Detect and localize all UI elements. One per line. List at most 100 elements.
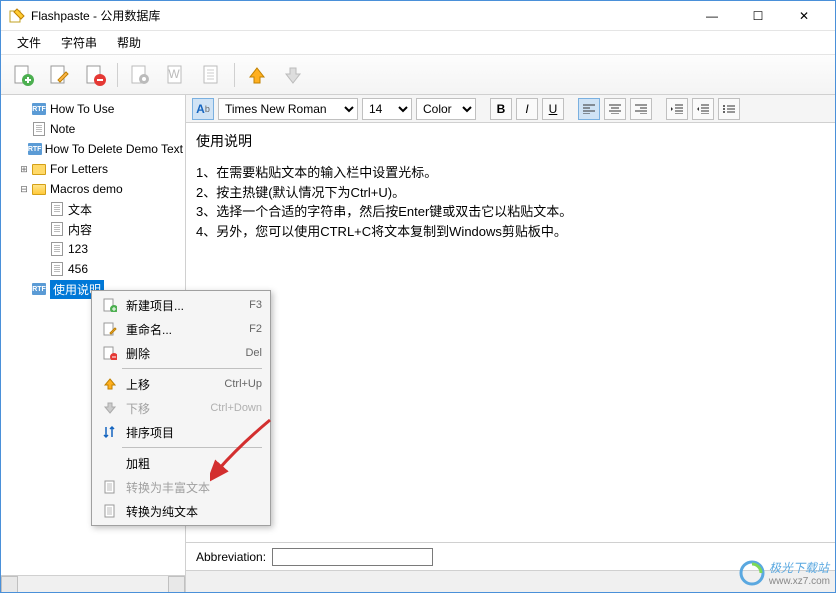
tree-item-label: How To Delete Demo Text — [45, 142, 183, 156]
tree-item[interactable]: ⊟Macros demo — [3, 179, 183, 199]
scroll-right-button[interactable] — [168, 576, 185, 592]
tree-item[interactable]: 文本 — [3, 199, 183, 219]
abbreviation-bar: Abbreviation: — [186, 542, 835, 570]
document-line: 4、另外，您可以使用CTRL+C将文本复制到Windows剪贴板中。 — [196, 222, 825, 242]
delete-item-button[interactable] — [81, 61, 109, 89]
expander-icon[interactable]: ⊟ — [17, 184, 31, 195]
move-down-button[interactable] — [279, 61, 307, 89]
underline-button[interactable]: U — [542, 98, 564, 120]
svg-text:W: W — [168, 67, 180, 81]
tree-item-label: For Letters — [50, 162, 108, 176]
context-menu-item[interactable]: 重命名...F2 — [94, 317, 268, 341]
document-title: 使用说明 — [196, 131, 825, 151]
context-menu-label: 删除 — [120, 345, 245, 362]
doc-icon — [31, 121, 47, 137]
tree-item[interactable]: RTFHow To Delete Demo Text — [3, 139, 183, 159]
context-menu-item: 下移Ctrl+Down — [94, 396, 268, 420]
tree-item-label: 文本 — [68, 201, 92, 218]
align-center-button[interactable] — [604, 98, 626, 120]
context-menu-item[interactable]: 新建项目...F3 — [94, 293, 268, 317]
tree-item-label: 内容 — [68, 221, 92, 238]
app-icon — [9, 8, 25, 24]
sidebar-h-scrollbar[interactable] — [1, 575, 185, 592]
indent-button[interactable] — [692, 98, 714, 120]
context-menu-label: 上移 — [120, 376, 224, 393]
menu-help[interactable]: 帮助 — [109, 32, 149, 53]
menu-strings[interactable]: 字符串 — [53, 32, 105, 53]
rtf-icon: RTF — [31, 101, 47, 117]
doc-icon — [49, 261, 65, 277]
folder-open-icon — [31, 181, 47, 197]
edit-item-button[interactable] — [45, 61, 73, 89]
editor[interactable]: 使用说明 1、在需要粘贴文本的输入栏中设置光标。2、按主热键(默认情况下为Ctr… — [186, 123, 835, 542]
context-menu: 新建项目...F3重命名...F2删除Del上移Ctrl+Up下移Ctrl+Do… — [91, 290, 271, 526]
arrow-up-icon — [100, 377, 120, 391]
italic-button[interactable]: I — [516, 98, 538, 120]
tree-item[interactable]: Note — [3, 119, 183, 139]
rtf-icon: RTF — [31, 281, 47, 297]
sort-icon — [100, 425, 120, 439]
doc-pencil-icon — [100, 322, 120, 336]
status-bar — [186, 570, 835, 592]
abbreviation-input[interactable] — [272, 548, 433, 566]
context-menu-shortcut: F3 — [249, 299, 262, 311]
minimize-button[interactable]: — — [689, 1, 735, 31]
tree-item[interactable]: 456 — [3, 259, 183, 279]
align-left-button[interactable] — [578, 98, 600, 120]
maximize-button[interactable]: ☐ — [735, 1, 781, 31]
plain-doc-button[interactable] — [198, 61, 226, 89]
new-item-button[interactable] — [9, 61, 37, 89]
bullet-list-button[interactable] — [718, 98, 740, 120]
expander-icon[interactable]: ⊞ — [17, 164, 31, 175]
doc-icon — [100, 504, 120, 518]
context-menu-item[interactable]: 上移Ctrl+Up — [94, 372, 268, 396]
context-menu-label: 排序项目 — [120, 424, 262, 441]
toolbar: W — [1, 55, 835, 95]
tree-item[interactable]: 123 — [3, 239, 183, 259]
bold-button[interactable]: B — [490, 98, 512, 120]
word-doc-button[interactable]: W — [162, 61, 190, 89]
context-menu-item[interactable]: 加粗 — [94, 451, 268, 475]
font-size-select[interactable]: 1012141618 — [362, 98, 412, 120]
watermark: 极光下载站 www.xz7.com — [739, 559, 830, 587]
context-menu-item[interactable]: 删除Del — [94, 341, 268, 365]
context-menu-item[interactable]: 转换为纯文本 — [94, 499, 268, 523]
scroll-track[interactable] — [18, 576, 168, 592]
outdent-button[interactable] — [666, 98, 688, 120]
context-menu-label: 新建项目... — [120, 297, 249, 314]
titlebar: Flashpaste - 公用数据库 — ☐ ✕ — [1, 1, 835, 31]
tree-item-label: How To Use — [50, 102, 114, 116]
align-right-button[interactable] — [630, 98, 652, 120]
rtf-toggle[interactable]: Ab — [192, 98, 214, 120]
context-menu-shortcut: Ctrl+Up — [224, 378, 262, 390]
font-color-select[interactable]: Color — [416, 98, 476, 120]
menubar: 文件 字符串 帮助 — [1, 31, 835, 55]
close-button[interactable]: ✕ — [781, 1, 827, 31]
document-line: 1、在需要粘贴文本的输入栏中设置光标。 — [196, 163, 825, 183]
window-controls: — ☐ ✕ — [689, 1, 827, 30]
doc-minus-icon — [100, 346, 120, 360]
context-menu-label: 转换为丰富文本 — [120, 479, 262, 496]
folder-icon — [31, 161, 47, 177]
tree-item-label: Note — [50, 122, 75, 136]
context-menu-item: 转换为丰富文本 — [94, 475, 268, 499]
tree-item[interactable]: 内容 — [3, 219, 183, 239]
settings-button[interactable] — [126, 61, 154, 89]
tree-item[interactable]: RTFHow To Use — [3, 99, 183, 119]
context-menu-shortcut: F2 — [249, 323, 262, 335]
tree-item[interactable]: ⊞ For Letters — [3, 159, 183, 179]
scroll-left-button[interactable] — [1, 576, 18, 592]
document-line: 2、按主热键(默认情况下为Ctrl+U)。 — [196, 183, 825, 203]
arrow-down-icon — [100, 401, 120, 415]
context-menu-item[interactable]: 排序项目 — [94, 420, 268, 444]
tree-item-label: 456 — [68, 262, 88, 276]
context-menu-label: 转换为纯文本 — [120, 503, 262, 520]
font-family-select[interactable]: Times New RomanArialSimSun — [218, 98, 358, 120]
context-menu-label: 加粗 — [120, 455, 262, 472]
document-line: 3、选择一个合适的字符串，然后按Enter键或双击它以粘贴文本。 — [196, 202, 825, 222]
abbreviation-label: Abbreviation: — [196, 550, 266, 564]
context-menu-label: 重命名... — [120, 321, 249, 338]
tree-item-label: 123 — [68, 242, 88, 256]
move-up-button[interactable] — [243, 61, 271, 89]
menu-file[interactable]: 文件 — [9, 32, 49, 53]
